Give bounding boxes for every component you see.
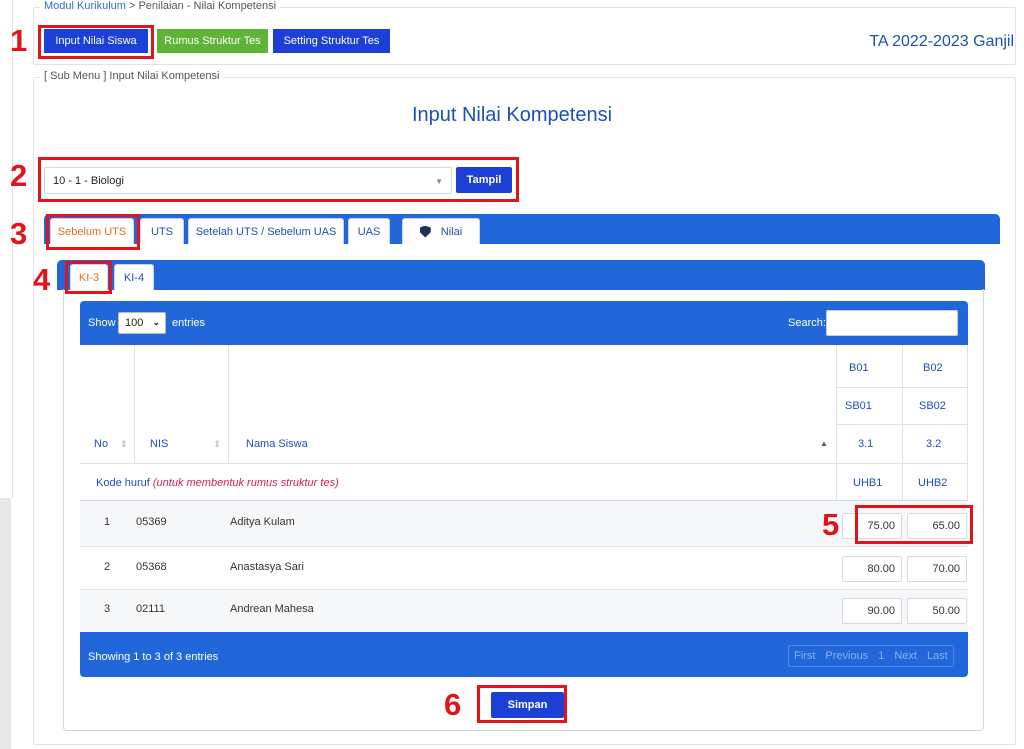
page-root: Modul Kurikulum > Penilaian - Nilai Komp… <box>0 0 1024 749</box>
row-1-no: 1 <box>104 516 111 528</box>
tab-nilai-label: Nilai <box>440 225 463 238</box>
row-1-nis: 05369 <box>136 516 167 528</box>
annotation-marker-1: 1 <box>10 23 28 58</box>
annotation-marker-4: 4 <box>33 262 51 297</box>
tab-uts[interactable]: UTS <box>140 218 184 244</box>
col-uhb2: UHB2 <box>918 477 948 489</box>
annotation-marker-5: 5 <box>822 507 840 542</box>
breadcrumb-separator: > <box>125 0 139 12</box>
annotation-box-5 <box>855 505 973 544</box>
annotation-marker-6: 6 <box>444 687 462 722</box>
pager-page-1[interactable]: 1 <box>873 646 889 666</box>
header-no-label: No <box>94 438 109 450</box>
grid-line <box>836 387 968 388</box>
grid-line <box>80 463 968 464</box>
pagination: First Previous 1 Next Last <box>788 645 954 667</box>
annotation-box-4 <box>65 261 112 294</box>
grid-line <box>134 345 135 464</box>
header-nis-label: NIS <box>150 438 169 450</box>
tab-nilai[interactable]: Nilai <box>402 218 480 244</box>
annotation-box-2 <box>38 157 519 202</box>
col-kd-2: 3.2 <box>926 438 942 450</box>
grid-line <box>967 345 968 500</box>
chevron-down-icon: ⌄ <box>152 317 160 327</box>
setting-struktur-tes-button[interactable]: Setting Struktur Tes <box>273 29 390 53</box>
grid-line <box>228 345 229 464</box>
breadcrumb: Modul Kurikulum > Penilaian - Nilai Komp… <box>40 0 281 12</box>
sort-icon: ⇕ <box>213 439 221 449</box>
subtabs-bar <box>57 260 985 290</box>
table-row <box>80 547 968 589</box>
table-info: Showing 1 to 3 of 3 entries <box>88 651 219 663</box>
col-b01: B01 <box>849 362 869 374</box>
row-3-score-b02-input[interactable]: 50.00 <box>907 598 967 624</box>
col-sb01: SB01 <box>845 400 872 412</box>
col-sb02: SB02 <box>919 400 946 412</box>
row-3-score-b01-input[interactable]: 90.00 <box>842 598 902 624</box>
kode-huruf-note: Kode huruf (untuk membentuk rumus strukt… <box>96 477 339 489</box>
row-1-nama: Aditya Kulam <box>230 516 295 528</box>
breadcrumb-module-link[interactable]: Modul Kurikulum <box>44 0 126 12</box>
annotation-marker-3: 3 <box>10 216 28 251</box>
row-3-nis: 02111 <box>136 603 165 615</box>
col-b02: B02 <box>923 362 943 374</box>
row-2-nis: 05368 <box>136 561 167 573</box>
tab-uas[interactable]: UAS <box>348 218 390 244</box>
search-label: Search: <box>788 317 826 329</box>
entries-select-value: 100 <box>125 317 144 329</box>
grid-line <box>902 345 903 500</box>
tab-setelah-uts[interactable]: Setelah UTS / Sebelum UAS <box>188 218 344 244</box>
entries-label: entries <box>172 317 206 329</box>
pager-last[interactable]: Last <box>922 646 953 666</box>
sort-asc-icon: ▲ <box>820 439 828 448</box>
page-title: Input Nilai Kompetensi <box>411 104 613 126</box>
rumus-struktur-tes-button[interactable]: Rumus Struktur Tes <box>157 29 268 53</box>
annotation-box-1 <box>38 25 154 59</box>
row-3-nama: Andrean Mahesa <box>230 603 314 615</box>
kode-huruf-hint: (untuk membentuk rumus struktur tes) <box>152 477 339 489</box>
row-2-score-b02-input[interactable]: 70.00 <box>907 556 967 582</box>
table-row <box>80 590 968 632</box>
header-nis[interactable]: NIS ⇕ <box>150 438 221 450</box>
search-input[interactable] <box>826 310 958 336</box>
pager-previous[interactable]: Previous <box>820 646 873 666</box>
col-uhb1: UHB1 <box>853 477 883 489</box>
pager-next[interactable]: Next <box>889 646 922 666</box>
row-2-score-b01-input[interactable]: 80.00 <box>842 556 902 582</box>
submenu-legend: [ Sub Menu ] Input Nilai Kompetensi <box>40 70 224 82</box>
col-kd-1: 3.1 <box>858 438 874 450</box>
kode-huruf-label: Kode huruf <box>96 477 150 489</box>
header-no[interactable]: No ⇕ <box>94 438 128 450</box>
row-2-no: 2 <box>104 561 111 573</box>
sort-icon: ⇕ <box>120 439 128 449</box>
header-nama-siswa[interactable]: Nama Siswa <box>246 438 308 450</box>
academic-year-label: TA 2022-2023 Ganjil <box>869 33 1014 50</box>
breadcrumb-current: Penilaian - Nilai Kompetensi <box>138 0 277 12</box>
subtab-ki-4[interactable]: KI-4 <box>114 264 154 290</box>
annotation-box-6 <box>477 685 567 723</box>
grid-line <box>836 424 968 425</box>
show-label: Show <box>88 317 116 329</box>
grid-line <box>836 345 837 500</box>
row-3-no: 3 <box>104 603 111 615</box>
left-gray-strip <box>0 498 11 749</box>
row-2-nama: Anastasya Sari <box>230 561 304 573</box>
entries-select[interactable]: 100 ⌄ <box>118 312 166 334</box>
pager-first[interactable]: First <box>789 646 820 666</box>
annotation-box-3 <box>46 214 140 250</box>
annotation-marker-2: 2 <box>10 158 28 193</box>
shield-icon <box>419 225 431 238</box>
